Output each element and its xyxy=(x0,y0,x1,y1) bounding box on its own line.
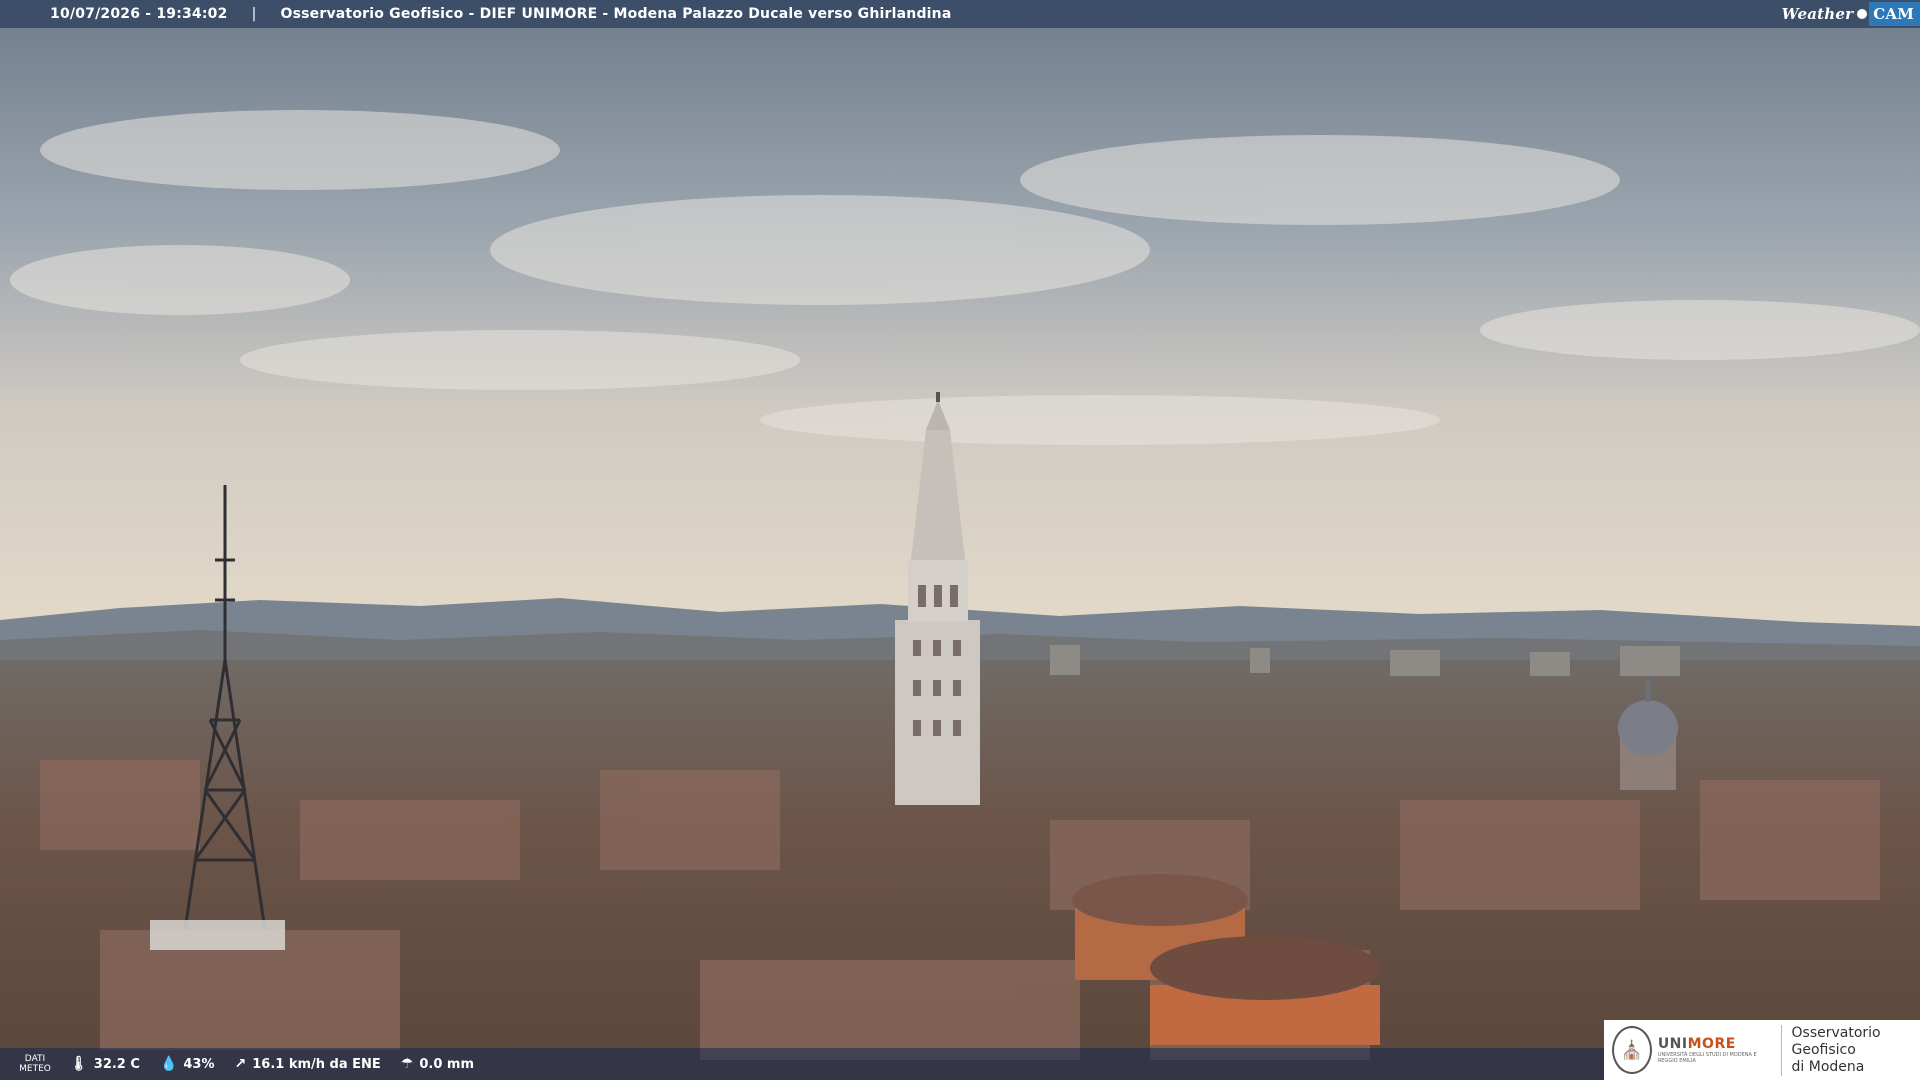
webcam-scene xyxy=(0,0,1920,1080)
wind-icon: ↗ xyxy=(234,1056,247,1072)
unimore-suffix: MORE xyxy=(1687,1036,1736,1052)
temperature-reading: 🌡 32.2 C xyxy=(70,1056,140,1072)
unimore-wordmark: UNIMORE xyxy=(1658,1036,1771,1052)
weathercam-logo-cam: CAM xyxy=(1869,2,1920,26)
weathercam-logo: Weather CAM xyxy=(1774,0,1920,28)
rain-gauge-icon: ☂ xyxy=(400,1056,414,1072)
rain-reading: ☂ 0.0 mm xyxy=(401,1056,474,1072)
weathercam-logo-weather: Weather xyxy=(1781,5,1854,23)
wind-value: 16.1 km/h da ENE xyxy=(252,1056,381,1072)
thermometer-icon: 🌡 xyxy=(70,1056,88,1072)
humidity-reading: 💧 43% xyxy=(160,1056,215,1072)
wind-reading: ↗ 16.1 km/h da ENE xyxy=(235,1056,381,1072)
weathercam-dot-icon xyxy=(1857,9,1868,19)
unimore-brand: UNIMORE UNIVERSITÀ DEGLI STUDI DI MODENA… xyxy=(1658,1036,1771,1064)
humidity-drop-icon: 💧 xyxy=(159,1056,178,1072)
university-seal-icon: ⛪ xyxy=(1612,1026,1652,1074)
caption-separator: | xyxy=(251,6,257,22)
humidity-value: 43% xyxy=(183,1056,215,1072)
rain-value: 0.0 mm xyxy=(419,1056,475,1072)
weather-label: DATI METEO xyxy=(0,1054,70,1074)
observatory-line2: di Modena xyxy=(1791,1058,1865,1075)
temperature-value: 32.2 C xyxy=(93,1056,140,1072)
unimore-prefix: UNI xyxy=(1657,1036,1688,1052)
observatory-line1: Osservatorio Geofisico xyxy=(1791,1024,1881,1058)
caption-bar: 10/07/2026 - 19:34:02 | Osservatorio Geo… xyxy=(0,0,1920,28)
unimore-logo: ⛪ UNIMORE UNIVERSITÀ DEGLI STUDI DI MODE… xyxy=(1604,1020,1920,1080)
weather-label-line2: METEO xyxy=(19,1064,51,1074)
weather-label-line1: DATI xyxy=(24,1054,46,1064)
camera-title: Osservatorio Geofisico - DIEF UNIMORE - … xyxy=(280,6,952,22)
observatory-name: Osservatorio Geofisico di Modena xyxy=(1780,1024,1920,1076)
university-name: UNIVERSITÀ DEGLI STUDI DI MODENA E REGGI… xyxy=(1657,1052,1757,1064)
timestamp: 10/07/2026 - 19:34:02 xyxy=(50,6,228,22)
